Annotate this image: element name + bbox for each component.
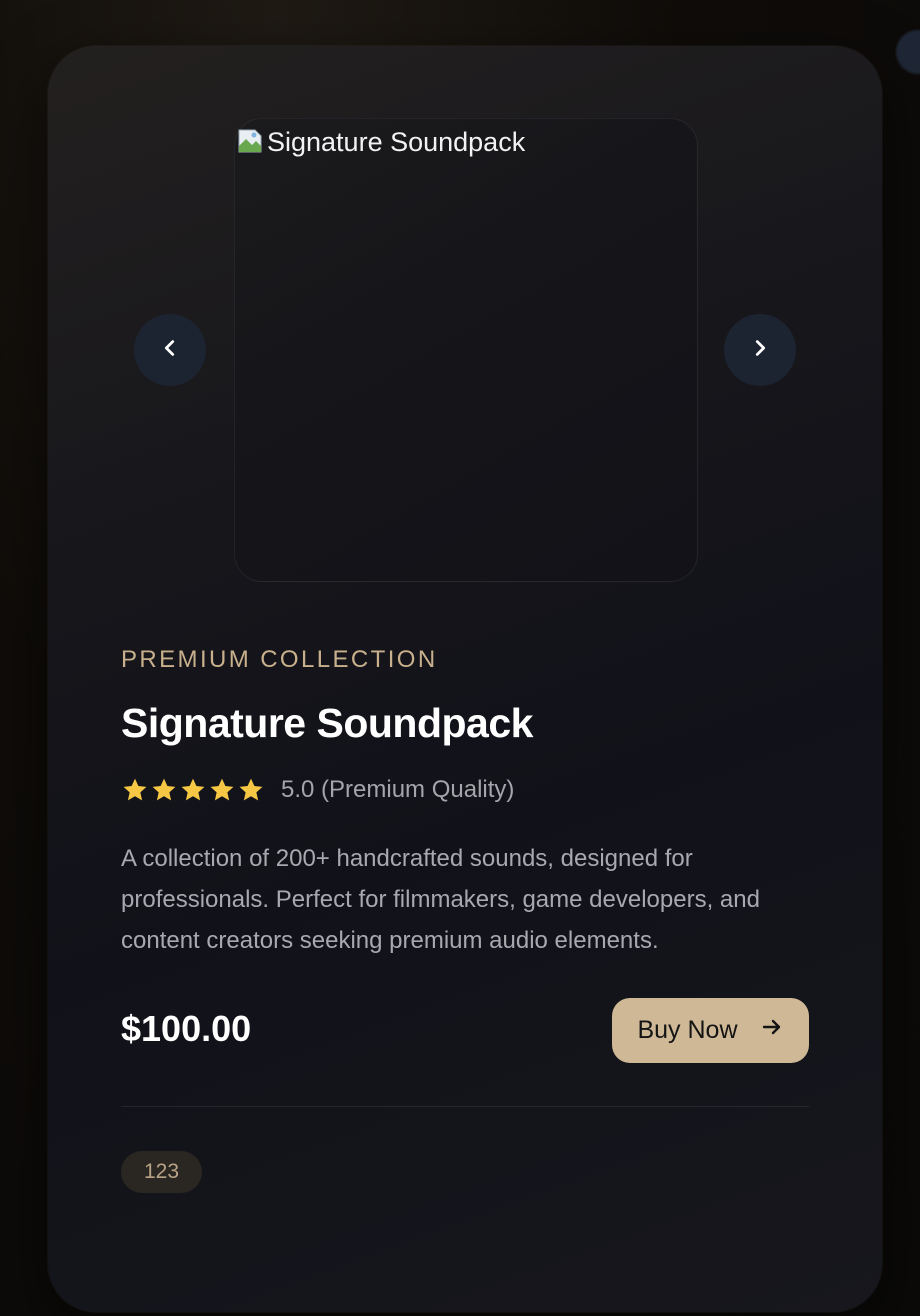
star-icon — [239, 778, 263, 801]
collection-label: PREMIUM COLLECTION — [121, 646, 438, 673]
rating-text: 5.0 (Premium Quality) — [281, 776, 515, 803]
star-icon — [210, 778, 234, 801]
product-description: A collection of 200+ handcrafted sounds,… — [121, 845, 760, 954]
broken-image-icon — [235, 124, 265, 154]
arrow-right-icon — [760, 1015, 784, 1046]
product-image-frame: Signature Soundpack — [234, 118, 698, 582]
product-rating: 5.0 (Premium Quality) — [121, 776, 514, 804]
product-card: Signature Soundpack PREMIUM COLLECTION S… — [48, 46, 882, 1312]
rating-stars — [121, 776, 265, 804]
product-image: Signature Soundpack — [235, 119, 525, 165]
product-title: Signature Soundpack — [121, 700, 533, 746]
buy-now-label: Buy Now — [637, 1016, 738, 1044]
divider — [121, 1106, 809, 1107]
product-price: $100.00 — [121, 1008, 252, 1049]
buy-now-button[interactable]: Buy Now — [612, 998, 809, 1063]
star-icon — [181, 778, 205, 801]
star-icon — [152, 778, 176, 801]
chevron-left-icon — [159, 337, 181, 364]
carousel-next-button[interactable] — [724, 314, 796, 386]
image-alt-text: Signature Soundpack — [267, 127, 526, 157]
product-tag[interactable]: 123 — [121, 1151, 202, 1193]
carousel-prev-button[interactable] — [134, 314, 206, 386]
background-decoration — [896, 30, 920, 74]
chevron-right-icon — [749, 337, 771, 364]
star-icon — [123, 778, 147, 801]
